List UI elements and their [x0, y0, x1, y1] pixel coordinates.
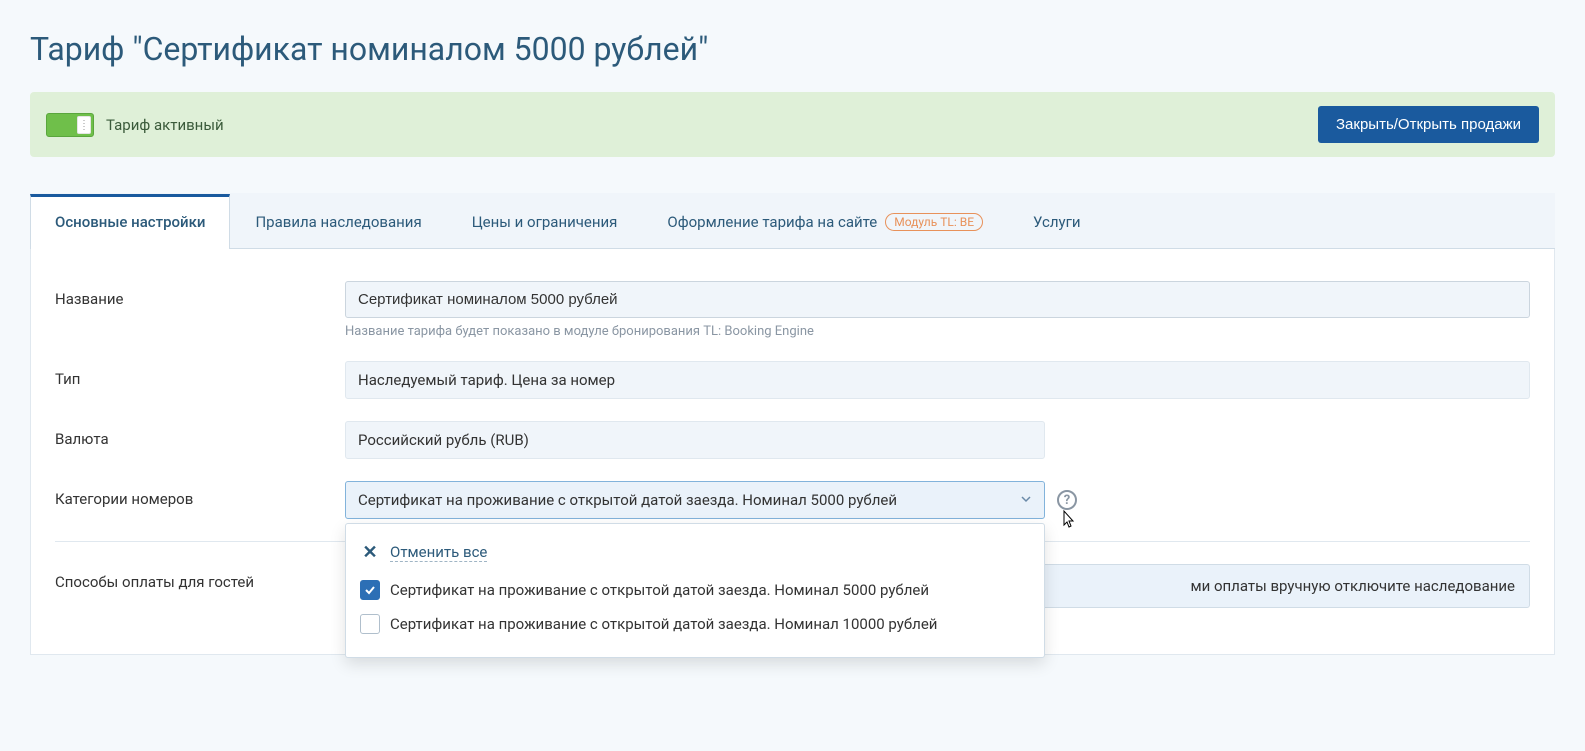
- status-left: Тариф активный: [46, 113, 224, 137]
- currency-value: Российский рубль (RUB): [345, 421, 1045, 459]
- status-bar: Тариф активный Закрыть/Открыть продажи: [30, 92, 1555, 157]
- help-icon[interactable]: ?: [1057, 490, 1077, 510]
- settings-panel: Название Название тарифа будет показано …: [30, 249, 1555, 655]
- row-currency: Валюта Российский рубль (RUB): [55, 421, 1530, 459]
- tab-services[interactable]: Услуги: [1008, 194, 1106, 249]
- categories-dropdown: ✕ Отменить все Сертификат на проживание …: [345, 523, 1045, 658]
- tab-label: Правила наследования: [255, 213, 421, 231]
- currency-label: Валюта: [55, 421, 345, 448]
- checkbox-checked-icon: [360, 580, 380, 600]
- status-label: Тариф активный: [106, 116, 224, 134]
- payment-label: Способы оплаты для гостей: [55, 564, 345, 591]
- name-label: Название: [55, 281, 345, 308]
- tab-label: Услуги: [1033, 213, 1081, 231]
- option-label: Сертификат на проживание с открытой дато…: [390, 581, 929, 599]
- deselect-all-button[interactable]: ✕ Отменить все: [360, 536, 1030, 573]
- toggle-handle: [77, 116, 91, 134]
- option-label: Сертификат на проживание с открытой дато…: [390, 615, 937, 633]
- tab-prices-limits[interactable]: Цены и ограничения: [447, 194, 643, 249]
- close-icon: ✕: [360, 542, 380, 563]
- tab-label: Цены и ограничения: [472, 213, 618, 231]
- categories-select[interactable]: Сертификат на проживание с открытой дато…: [345, 481, 1045, 519]
- categories-label: Категории номеров: [55, 481, 345, 508]
- row-categories: Категории номеров Сертификат на проживан…: [55, 481, 1530, 519]
- module-badge: Модуль TL: BE: [885, 213, 983, 231]
- tabs: Основные настройки Правила наследования …: [30, 193, 1555, 249]
- checkbox-unchecked-icon: [360, 614, 380, 634]
- category-option-5000[interactable]: Сертификат на проживание с открытой дато…: [360, 573, 1030, 607]
- row-type: Тип Наследуемый тариф. Цена за номер: [55, 361, 1530, 399]
- active-toggle[interactable]: [46, 113, 94, 137]
- close-open-sales-button[interactable]: Закрыть/Открыть продажи: [1318, 106, 1539, 143]
- type-value: Наследуемый тариф. Цена за номер: [345, 361, 1530, 399]
- deselect-all-label: Отменить все: [390, 543, 487, 562]
- tab-inheritance-rules[interactable]: Правила наследования: [230, 194, 446, 249]
- tab-site-appearance[interactable]: Оформление тарифа на сайте Модуль TL: BE: [642, 194, 1008, 249]
- page-title: Тариф "Сертификат номиналом 5000 рублей": [30, 30, 1555, 68]
- chevron-down-icon: [1020, 491, 1032, 509]
- name-input[interactable]: [345, 281, 1530, 318]
- tab-main-settings[interactable]: Основные настройки: [30, 194, 230, 249]
- categories-selected-value: Сертификат на проживание с открытой дато…: [358, 491, 897, 509]
- tab-label: Основные настройки: [55, 213, 205, 231]
- type-label: Тип: [55, 361, 345, 388]
- tab-label: Оформление тарифа на сайте: [667, 213, 877, 231]
- category-option-10000[interactable]: Сертификат на проживание с открытой дато…: [360, 607, 1030, 641]
- name-helper: Название тарифа будет показано в модуле …: [345, 324, 1530, 339]
- row-name: Название Название тарифа будет показано …: [55, 281, 1530, 339]
